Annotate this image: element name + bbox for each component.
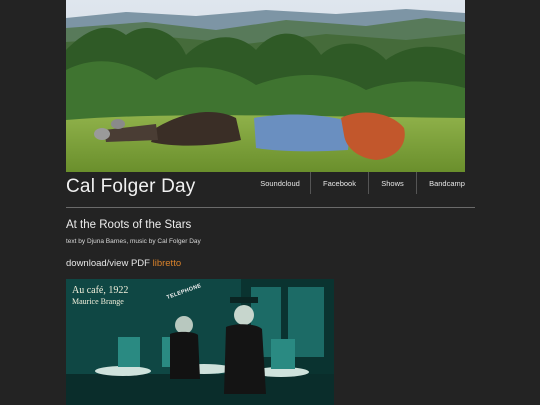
header-divider [66, 207, 475, 208]
post-credits: text by Djuna Barnes, music by Cal Folge… [66, 238, 201, 245]
site-title[interactable]: Cal Folger Day [66, 176, 196, 198]
main-nav: Soundcloud Facebook Shows Bandcamp [250, 172, 477, 194]
post-title: At the Roots of the Stars [66, 219, 192, 231]
libretto-link[interactable]: libretto [153, 258, 182, 269]
nav-link-soundcloud[interactable]: Soundcloud [250, 172, 310, 194]
nav-link-bandcamp[interactable]: Bandcamp [416, 172, 477, 194]
photo-caption-title: Au café, 1922 [72, 285, 129, 296]
cafe-photo: Au café, 1922 Maurice Brange TELEPHONE [66, 279, 334, 405]
download-prefix: download/view PDF [66, 258, 153, 269]
photo-caption-author: Maurice Brange [72, 297, 124, 306]
download-line: download/view PDF libretto [66, 258, 181, 269]
nav-link-shows[interactable]: Shows [368, 172, 416, 194]
header-photo [66, 0, 465, 172]
nav-link-facebook[interactable]: Facebook [310, 172, 368, 194]
